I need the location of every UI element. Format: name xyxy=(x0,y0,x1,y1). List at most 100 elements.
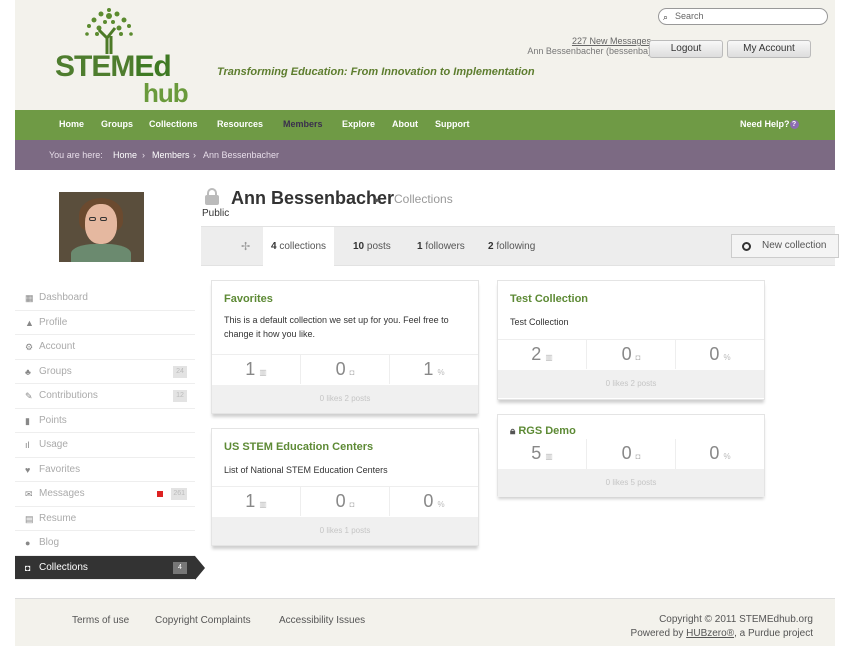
visibility-label: Public xyxy=(202,208,230,219)
nav-resources[interactable]: Resources xyxy=(217,119,263,129)
avatar-eye xyxy=(89,217,96,221)
collection-title[interactable]: US STEM Education Centers xyxy=(224,441,373,453)
tab-label: posts xyxy=(366,241,391,252)
collection-stats: 2 ▥ 0 ◘ 0% xyxy=(498,339,764,369)
nav-members[interactable]: Members xyxy=(283,119,323,129)
collection-card[interactable]: US STEM Education Centers List of Nation… xyxy=(211,428,479,546)
post-icon: ▥ xyxy=(545,452,553,461)
sidebar-item-blog[interactable]: ● Blog xyxy=(15,531,195,556)
sidebar-item-messages[interactable]: ✉ Messages 261 xyxy=(15,482,195,507)
avatar-eye xyxy=(100,217,107,221)
likes-count: 0 ◘ xyxy=(301,487,390,516)
count-badge: 24 xyxy=(173,365,187,378)
follow-count: 0% xyxy=(676,439,764,469)
help-icon: ? xyxy=(789,120,799,130)
collect-icon: ◘ xyxy=(635,353,641,362)
collection-card[interactable]: Favorites This is a default collection w… xyxy=(211,280,479,414)
envelope-icon: ✉ xyxy=(25,489,33,499)
sidebar-item-points[interactable]: ▮ Points xyxy=(15,409,195,433)
likes-count: 0 ◘ xyxy=(301,355,390,384)
feed-icon[interactable]: ✢ xyxy=(241,240,250,253)
plus-circle-icon xyxy=(742,242,751,251)
collection-title[interactable]: Favorites xyxy=(224,293,273,305)
sidebar-item-label: Profile xyxy=(39,316,68,328)
nav-about[interactable]: About xyxy=(392,119,418,129)
page-subtitle: Collections xyxy=(394,192,453,206)
nav-collections[interactable]: Collections xyxy=(149,119,198,129)
arrow-right-icon: ► xyxy=(373,195,382,205)
main-content: ▦ Dashboard ▲ Profile ⚙ Account ♣ Groups 24 ✎… xyxy=(15,170,839,580)
collection-footer: 0 likes 5 posts xyxy=(498,469,764,497)
tab-collections[interactable]: 4 collections xyxy=(263,227,335,266)
sidebar-item-favorites[interactable]: ♥ Favorites xyxy=(15,458,195,482)
avatar[interactable] xyxy=(59,192,144,262)
lock-icon: 🔒︎ xyxy=(510,426,516,437)
dashboard-icon: ▦ xyxy=(25,293,34,303)
post-icon: ▥ xyxy=(259,500,267,509)
logout-button[interactable]: Logout xyxy=(649,40,723,58)
collection-description: List of National STEM Education Centers xyxy=(224,465,388,475)
collection-card[interactable]: 🔒︎ RGS Demo 5 ▥ 0 ◘ 0% 0 likes 5 posts xyxy=(497,414,765,497)
document-icon: ▤ xyxy=(25,513,34,524)
collection-stats: 5 ▥ 0 ◘ 0% xyxy=(498,439,764,469)
posts-count: 2 ▥ xyxy=(498,340,587,369)
posts-count: 1 ▥ xyxy=(212,487,301,516)
sidebar-item-usage[interactable]: ıl Usage xyxy=(15,433,195,458)
count-badge: 4 xyxy=(173,561,187,574)
breadcrumb-members[interactable]: Members xyxy=(152,150,190,160)
tab-following[interactable]: 2 following xyxy=(488,241,535,252)
my-account-button[interactable]: My Account xyxy=(727,40,811,58)
site-logo[interactable]: STEMEd hub xyxy=(55,6,195,108)
breadcrumb-current: Ann Bessenbacher xyxy=(203,150,280,160)
sidebar-item-resume[interactable]: ▤ Resume xyxy=(15,507,195,531)
collect-icon: ◘ xyxy=(349,500,355,509)
link-icon: % xyxy=(437,368,445,377)
powered-prefix: Powered by xyxy=(630,628,684,639)
hubzero-link[interactable]: HUBzero® xyxy=(686,628,734,639)
follow-value: 1 xyxy=(423,359,434,379)
follow-value: 0 xyxy=(709,443,720,463)
main-nav: Home Groups Collections Resources Member… xyxy=(15,110,835,140)
copyright-complaints-link[interactable]: Copyright Complaints xyxy=(155,615,251,626)
nav-support[interactable]: Support xyxy=(435,119,470,129)
sidebar-item-profile[interactable]: ▲ Profile xyxy=(15,311,195,335)
sidebar-item-account[interactable]: ⚙ Account xyxy=(15,335,195,360)
breadcrumb-home[interactable]: Home xyxy=(113,150,137,160)
need-help-link[interactable]: Need Help?? xyxy=(740,119,799,130)
accessibility-link[interactable]: Accessibility Issues xyxy=(279,615,365,626)
search-input[interactable]: ⌕ Search xyxy=(658,8,828,25)
collection-card[interactable]: Test Collection Test Collection 2 ▥ 0 ◘ 0%… xyxy=(497,280,765,400)
sidebar-item-dashboard[interactable]: ▦ Dashboard xyxy=(15,286,195,311)
nav-home[interactable]: Home xyxy=(59,119,84,129)
tab-count: 4 xyxy=(271,241,277,252)
new-collection-button[interactable]: New collection xyxy=(731,234,839,258)
collection-footer: 0 likes 2 posts xyxy=(212,385,478,413)
posts-value: 5 xyxy=(531,443,542,463)
heart-icon: ♥ xyxy=(25,464,31,475)
posts-value: 2 xyxy=(531,344,542,364)
follow-value: 0 xyxy=(423,491,434,511)
sidebar-item-groups[interactable]: ♣ Groups 24 xyxy=(15,360,195,384)
nav-groups[interactable]: Groups xyxy=(101,119,133,129)
sidebar-item-contributions[interactable]: ✎ Contributions 12 xyxy=(15,384,195,409)
sidebar-item-label: Groups xyxy=(39,365,72,377)
link-icon: % xyxy=(723,353,731,362)
collect-icon: ◘ xyxy=(635,452,641,461)
follow-value: 0 xyxy=(709,344,720,364)
lock-icon xyxy=(205,188,219,205)
terms-link[interactable]: Terms of use xyxy=(72,615,129,626)
tab-count: 2 xyxy=(488,241,494,252)
speech-bubble-icon: ● xyxy=(25,538,31,548)
tab-count: 1 xyxy=(417,241,423,252)
collect-icon: ◘ xyxy=(349,368,355,377)
tab-followers[interactable]: 1 followers xyxy=(417,241,465,252)
collection-title[interactable]: 🔒︎ RGS Demo xyxy=(510,425,576,437)
collections-tabbar: ✢ 4 collections 10 posts 1 followers 2 f… xyxy=(201,226,839,266)
sidebar-item-collections[interactable]: ◘ Collections 4 xyxy=(15,555,205,580)
new-messages-link[interactable]: 227 New Messages xyxy=(465,36,651,46)
site-footer: Terms of use Copyright Complaints Access… xyxy=(15,598,835,646)
nav-explore[interactable]: Explore xyxy=(342,119,375,129)
tab-posts[interactable]: 10 posts xyxy=(353,241,391,252)
collection-title[interactable]: Test Collection xyxy=(510,293,588,305)
powered-by: Powered by HUBzero®, a Purdue project xyxy=(631,627,813,641)
